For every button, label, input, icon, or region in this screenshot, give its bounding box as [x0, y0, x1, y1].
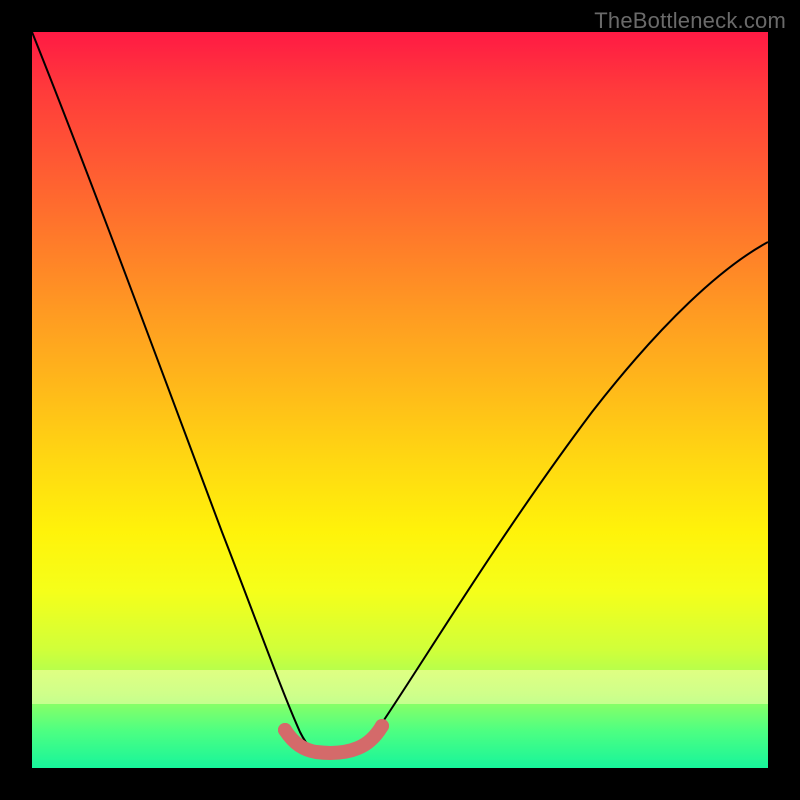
curve-right-branch [352, 242, 768, 750]
chart-frame: TheBottleneck.com [0, 0, 800, 800]
plot-area [32, 32, 768, 768]
curve-left-branch [32, 32, 320, 750]
curve-layer [32, 32, 768, 768]
attribution-text: TheBottleneck.com [594, 8, 786, 34]
